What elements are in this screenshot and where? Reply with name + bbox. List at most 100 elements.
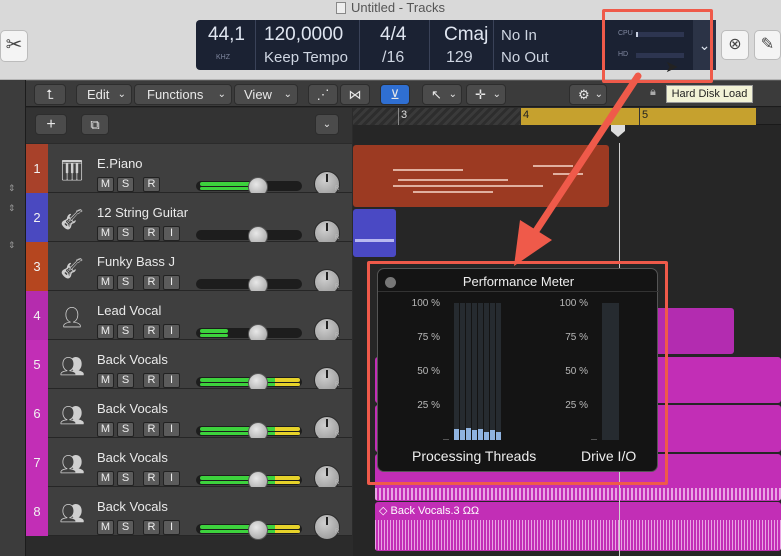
header-options-button[interactable]: ⌄ [315,114,339,135]
guitar-icon[interactable]: 🎸︎ [58,207,86,233]
solo-button[interactable]: S [117,226,134,241]
track-name[interactable]: E.Piano [97,156,143,171]
mute-button[interactable]: M [97,226,114,241]
region-label: Back Vocals.3 [390,505,460,517]
record-enable-button[interactable]: R [143,422,160,437]
lock-icon: 🔒︎ [650,86,656,98]
solo-button[interactable]: S [117,373,134,388]
mute-button[interactable]: M [97,324,114,339]
mute-button[interactable]: M [97,177,114,192]
track-number[interactable]: 1 [26,144,48,193]
track-number[interactable]: 2 [26,193,48,242]
choir-icon[interactable]: 👥︎ [58,501,86,527]
catch-button[interactable]: ⊻ [380,84,410,105]
record-enable-button[interactable]: R [143,226,160,241]
solo-button[interactable]: S [117,275,134,290]
input-monitor-button[interactable]: I [163,471,180,486]
record-enable-button[interactable]: R [143,373,160,388]
track-name[interactable]: Back Vocals [97,401,168,416]
mute-button[interactable]: M [97,275,114,290]
lcd-midi: No In No Out [494,20,598,70]
solo-button[interactable]: S [117,471,134,486]
ruler-bar-line [398,108,399,125]
updown-arrow-icon[interactable]: ⇕ [8,240,16,251]
track-name[interactable]: Lead Vocal [97,303,161,318]
view-menu[interactable]: View ⌄ [234,84,298,105]
choir-icon[interactable]: 👥︎ [58,403,86,429]
track-name[interactable]: Back Vocals [97,499,168,514]
back-button[interactable]: ⮤ [34,84,66,105]
pencil-button[interactable]: ✎ [754,30,781,60]
input-monitor-button[interactable]: I [163,520,180,535]
track-number[interactable]: 7 [26,438,48,487]
add-track-button[interactable]: + [35,114,67,135]
input-monitor-button[interactable]: I [163,226,180,241]
pan-knob[interactable] [314,514,340,540]
mute-button[interactable]: M [97,373,114,388]
input-monitor-button[interactable]: I [163,324,180,339]
record-enable-button[interactable]: R [143,471,160,486]
track-stack-button[interactable]: ⧉ [81,114,109,135]
mute-button[interactable]: M [97,520,114,535]
functions-menu[interactable]: Functions ⌄ [134,84,232,105]
track-number[interactable]: 6 [26,389,48,438]
track-name[interactable]: Back Vocals [97,450,168,465]
track-name[interactable]: 12 String Guitar [97,205,188,220]
window-title-text: Untitled - Tracks [351,0,445,15]
pan-l-marker: L [316,529,320,535]
annotation-highlight-performance-meter [367,261,668,485]
mute-button[interactable]: M [97,471,114,486]
chevron-down-icon: ⌄ [448,89,457,100]
sample-rate-unit: KHZ [216,54,230,61]
pointer-tool-menu[interactable]: ↖ ⌄ [422,84,462,105]
track-name[interactable]: Funky Bass J [97,254,175,269]
updown-arrow-icon[interactable]: ⇕ [8,183,16,194]
close-x-button[interactable]: ⊗ [721,30,749,60]
scissors-button[interactable]: ✂ [0,30,28,62]
fader-knob[interactable] [248,520,268,540]
record-enable-button[interactable]: R [143,177,160,192]
solo-button[interactable]: S [117,520,134,535]
track-number[interactable]: 4 [26,291,48,340]
input-monitor-button[interactable]: I [163,422,180,437]
level-meter [200,334,228,337]
record-enable-button[interactable]: R [143,324,160,339]
lcd-time-signature: 4/4 /16 [360,20,430,70]
track-name[interactable]: Back Vocals [97,352,168,367]
mute-button[interactable]: M [97,422,114,437]
choir-icon[interactable]: 👥︎ [58,452,86,478]
track-header[interactable]: 3 🎸︎ Funky Bass JMSRILR [26,242,352,295]
track-header[interactable]: 1 🎹︎ E.Piano M S R L R [26,144,352,197]
input-monitor-button[interactable]: I [163,373,180,388]
track-header[interactable]: 6 👥︎ Back Vocals M S R I L R [26,389,352,442]
choir-icon[interactable]: 👥︎ [58,354,86,380]
input-monitor-button[interactable]: I [163,275,180,290]
track-header[interactable]: 2 🎸︎ 12 String Guitar M S R I L R [26,193,352,246]
edit-menu[interactable]: Edit ⌄ [76,84,132,105]
pan-r-marker: R [335,235,340,241]
solo-button[interactable]: S [117,422,134,437]
flex-button[interactable]: ⋈ [340,84,370,105]
record-enable-button[interactable]: R [143,275,160,290]
x-shield-icon: ⊗ [728,36,742,53]
chevron-down-icon: ⌄ [283,89,292,100]
piano-icon[interactable]: 🎹︎ [58,158,86,184]
automation-button[interactable]: ⋰ [308,84,338,105]
updown-arrow-icon[interactable]: ⇕ [8,203,16,214]
solo-button[interactable]: S [117,177,134,192]
track-header[interactable]: 5 👥︎ Back Vocals M S R I L R [26,340,352,393]
track-number[interactable]: 5 [26,340,48,389]
singer-icon[interactable]: 👤︎ [58,305,86,331]
lcd-key: Cmaj 129 [430,20,494,70]
track-number[interactable]: 3 [26,242,48,291]
record-enable-button[interactable]: R [143,520,160,535]
bass-icon[interactable]: 🎸︎ [58,256,86,282]
pan-r-marker: R [335,284,340,290]
track-header[interactable]: 8 👥︎ Back Vocals M S R I L R [26,487,352,540]
audio-region-guitar[interactable] [353,209,396,257]
solo-button[interactable]: S [117,324,134,339]
track-number[interactable]: 8 [26,487,48,536]
track-header[interactable]: 4 👤︎ Lead Vocal M S R I L R [26,291,352,344]
track-header[interactable]: 7 👥︎ Back Vocals M S R I L R [26,438,352,491]
audio-region-back-vocals-8[interactable]: ◇ Back Vocals.3 ΩΩ [375,502,781,551]
